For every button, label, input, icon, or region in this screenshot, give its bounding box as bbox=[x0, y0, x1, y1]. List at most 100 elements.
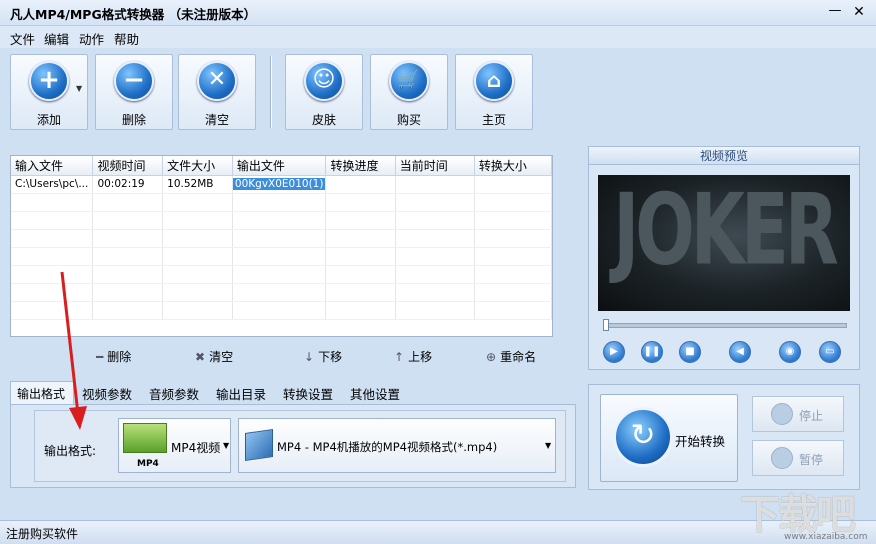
minimize-button[interactable]: — bbox=[826, 3, 844, 21]
col-current[interactable]: 当前时间 bbox=[395, 156, 475, 176]
stop-icon[interactable]: ■ bbox=[679, 341, 701, 363]
table-row bbox=[11, 283, 553, 302]
pause-button[interactable]: 暂停 bbox=[752, 440, 844, 476]
arrow-up-icon: ↑ bbox=[394, 350, 405, 364]
chevron-down-icon: ▼ bbox=[545, 441, 552, 450]
col-output[interactable]: 输出文件 bbox=[232, 156, 327, 176]
clear-button[interactable]: ✕ 清空 bbox=[178, 54, 256, 130]
minus-icon: ━ bbox=[96, 350, 104, 364]
smiley-icon: ☺ bbox=[304, 61, 344, 101]
cell-input: C:\Users\pc\... bbox=[11, 175, 94, 194]
x-icon: ✖ bbox=[195, 350, 206, 364]
video-box-icon bbox=[245, 429, 273, 461]
cell-converted bbox=[474, 175, 553, 194]
rename-button[interactable]: ⊕ 重命名 bbox=[486, 348, 536, 365]
buy-button[interactable]: 🛒 购买 bbox=[370, 54, 448, 130]
watermark-url: www.xiazaiba.com bbox=[784, 532, 868, 542]
pause-icon[interactable]: ❚❚ bbox=[641, 341, 663, 363]
delete-button[interactable]: − 删除 bbox=[95, 54, 173, 130]
register-link[interactable]: 注册购买软件 bbox=[6, 525, 78, 542]
volume-icon[interactable]: ◀ bbox=[729, 341, 751, 363]
tab-audio-params[interactable]: 音频参数 bbox=[149, 384, 199, 403]
format-category-select[interactable]: MP4 MP4视频 ▼ bbox=[118, 418, 231, 473]
rename-label: 重命名 bbox=[500, 350, 537, 364]
start-convert-button[interactable]: ↻ 开始转换 bbox=[600, 394, 738, 482]
stop-label: 停止 bbox=[799, 409, 824, 423]
folder-icon[interactable]: ▭ bbox=[819, 341, 841, 363]
chevron-down-icon: ▼ bbox=[223, 441, 230, 450]
cart-icon: 🛒 bbox=[389, 61, 429, 101]
file-list[interactable]: 输入文件 视频时间 文件大小 输出文件 转换进度 当前时间 转换大小 C:\Us… bbox=[10, 155, 553, 337]
x-circle-icon: ✕ bbox=[197, 61, 237, 101]
cell-progress bbox=[325, 175, 396, 194]
move-down-label: 下移 bbox=[318, 350, 343, 364]
col-duration[interactable]: 视频时间 bbox=[92, 156, 164, 176]
table-row[interactable]: C:\Users\pc\... 00:02:19 10.52MB 00KgvX0… bbox=[11, 175, 553, 194]
col-input[interactable]: 输入文件 bbox=[11, 156, 94, 176]
output-filename-edit[interactable]: 00KgvX0E010(1) bbox=[232, 178, 325, 190]
output-format-label: 输出格式: bbox=[44, 444, 97, 458]
skin-button[interactable]: ☺ 皮肤 bbox=[285, 54, 363, 130]
window-title: 凡人MP4/MPG格式转换器 （未注册版本） bbox=[10, 7, 257, 22]
stop-button[interactable]: 停止 bbox=[752, 396, 844, 432]
col-progress[interactable]: 转换进度 bbox=[325, 156, 396, 176]
close-button[interactable]: ✕ bbox=[850, 3, 868, 21]
refresh-arrow-icon: ↻ bbox=[613, 407, 673, 467]
format-profile-select[interactable]: MP4 - MP4机播放的MP4视频格式(*.mp4) ▼ bbox=[238, 418, 556, 473]
list-delete-button[interactable]: ━ 删除 bbox=[96, 348, 131, 365]
add-dropdown-arrow-icon[interactable]: ▼ bbox=[76, 84, 82, 93]
table-row bbox=[11, 247, 553, 266]
file-table: 输入文件 视频时间 文件大小 输出文件 转换进度 当前时间 转换大小 C:\Us… bbox=[11, 156, 553, 320]
tab-output-dir[interactable]: 输出目录 bbox=[216, 384, 266, 403]
toolbar: + 添加 − 删除 ✕ 清空 ☺ 皮肤 🛒 购买 ⌂ 主页 bbox=[0, 48, 876, 138]
table-row bbox=[11, 229, 553, 248]
snapshot-icon[interactable]: ◉ bbox=[779, 341, 801, 363]
list-delete-label: 删除 bbox=[107, 350, 132, 364]
table-row bbox=[11, 211, 553, 230]
menu-bar: 文件 编辑 动作 帮助 bbox=[0, 26, 876, 48]
title-bar: 凡人MP4/MPG格式转换器 （未注册版本） — ✕ bbox=[0, 0, 876, 26]
menu-file[interactable]: 文件 bbox=[10, 29, 35, 48]
move-up-button[interactable]: ↑ 上移 bbox=[394, 348, 432, 365]
preview-title: 视频预览 bbox=[589, 147, 859, 165]
home-label: 主页 bbox=[481, 113, 506, 127]
list-clear-label: 清空 bbox=[209, 350, 234, 364]
plus-icon: + bbox=[29, 61, 69, 101]
video-frame-text: JOKER bbox=[613, 175, 839, 288]
format-icon-text: MP4 bbox=[137, 459, 159, 469]
minus-icon: − bbox=[114, 61, 154, 101]
tab-other-settings[interactable]: 其他设置 bbox=[350, 384, 400, 403]
move-icon: ⊕ bbox=[486, 350, 497, 364]
seek-bar[interactable] bbox=[603, 323, 847, 328]
play-icon[interactable]: ▶ bbox=[603, 341, 625, 363]
tab-convert-settings[interactable]: 转换设置 bbox=[283, 384, 333, 403]
cell-current bbox=[395, 175, 475, 194]
delete-label: 删除 bbox=[121, 113, 146, 127]
col-converted[interactable]: 转换大小 bbox=[474, 156, 553, 176]
format-category-value: MP4视频 bbox=[171, 441, 221, 455]
video-frame: JOKER bbox=[598, 175, 850, 311]
seek-handle[interactable] bbox=[603, 319, 609, 331]
menu-help[interactable]: 帮助 bbox=[114, 29, 139, 48]
buy-label: 购买 bbox=[396, 113, 421, 127]
list-clear-button[interactable]: ✖ 清空 bbox=[195, 348, 233, 365]
stop-icon bbox=[771, 403, 793, 425]
menu-action[interactable]: 动作 bbox=[79, 29, 104, 48]
table-header: 输入文件 视频时间 文件大小 输出文件 转换进度 当前时间 转换大小 bbox=[11, 156, 553, 176]
skin-label: 皮肤 bbox=[311, 113, 336, 127]
table-row bbox=[11, 301, 553, 320]
move-down-button[interactable]: ↓ 下移 bbox=[304, 348, 342, 365]
annotation-arrow-icon bbox=[60, 271, 87, 430]
clear-label: 清空 bbox=[204, 113, 229, 127]
cell-size: 10.52MB bbox=[162, 175, 233, 194]
start-convert-label: 开始转换 bbox=[675, 434, 726, 449]
col-size[interactable]: 文件大小 bbox=[162, 156, 233, 176]
video-preview-panel: 视频预览 JOKER ▶ ❚❚ ■ ◀ ◉ ▭ bbox=[588, 146, 860, 370]
menu-edit[interactable]: 编辑 bbox=[44, 29, 69, 48]
home-icon: ⌂ bbox=[474, 61, 514, 101]
add-label: 添加 bbox=[36, 113, 61, 127]
mp4-format-icon bbox=[123, 423, 167, 453]
toolbar-separator bbox=[270, 56, 272, 128]
home-button[interactable]: ⌂ 主页 bbox=[455, 54, 533, 130]
cell-output[interactable]: 00KgvX0E010(1) bbox=[232, 175, 327, 194]
